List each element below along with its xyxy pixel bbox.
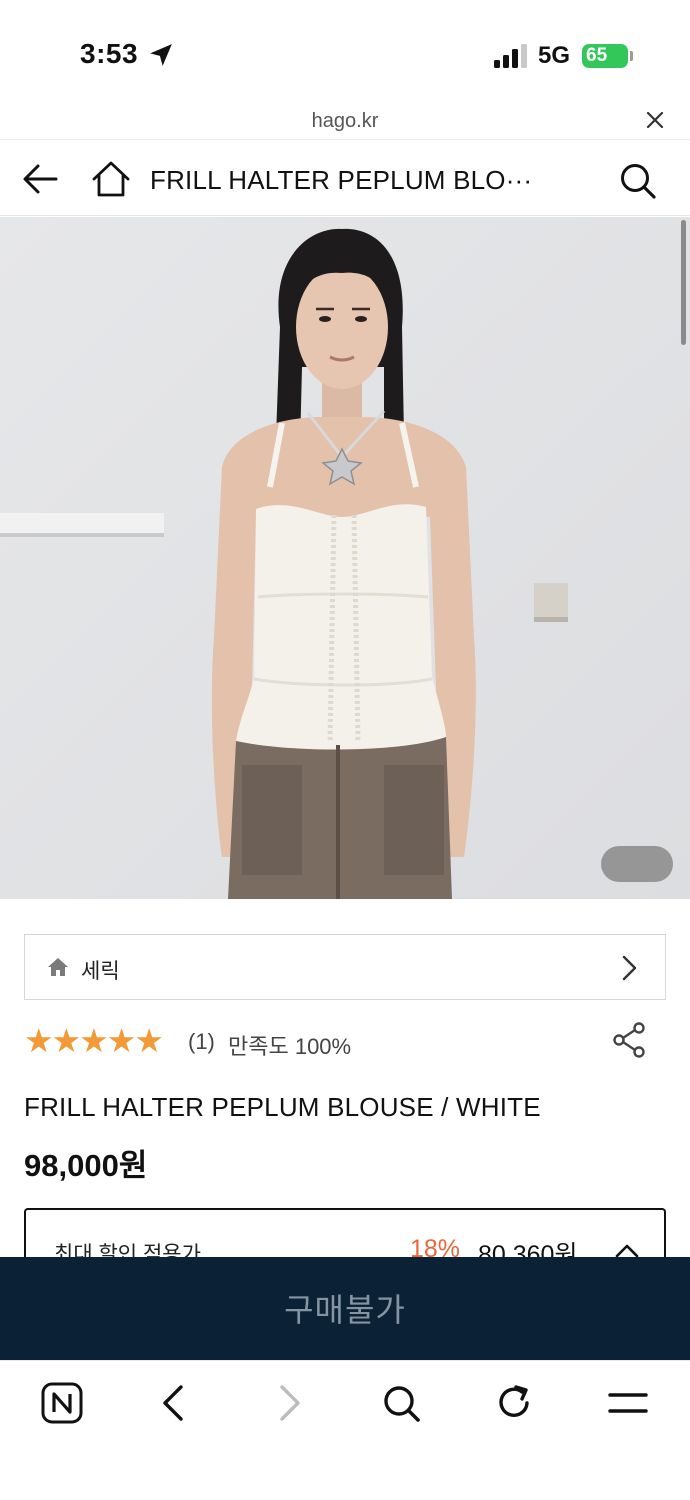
review-count[interactable]: (1) xyxy=(188,1029,215,1055)
satisfaction-rate: 만족도 100% xyxy=(228,1034,352,1059)
page-title: FRILL HALTER PEPLUM BLO··· xyxy=(150,165,533,195)
purchase-label: 구매불가 xyxy=(284,1292,406,1328)
url-bar[interactable]: hago.kr xyxy=(0,100,690,140)
rating-stars[interactable]: ★★★★★ xyxy=(24,1022,164,1060)
network-label: 5G xyxy=(538,42,571,69)
page-scroll-indicator[interactable] xyxy=(681,220,686,345)
close-icon[interactable] xyxy=(644,109,666,131)
chevron-right-icon xyxy=(622,955,637,981)
status-time: 3:53 xyxy=(80,38,139,69)
product-photo-illustration xyxy=(0,217,690,899)
battery-cap xyxy=(630,51,633,61)
brand-name: 세릭 xyxy=(81,960,120,983)
purchase-button[interactable]: 구매불가 xyxy=(0,1257,690,1360)
app-header: FRILL HALTER PEPLUM BLO··· xyxy=(0,141,690,216)
browser-back-icon[interactable] xyxy=(153,1381,197,1425)
product-price: 98,000원 xyxy=(24,1148,148,1183)
battery-indicator: 65 xyxy=(582,44,628,68)
browser-forward-icon[interactable] xyxy=(266,1381,310,1425)
share-icon[interactable] xyxy=(612,1022,646,1058)
signal-bars-icon xyxy=(494,44,527,68)
status-bar: 3:53 5G 65 xyxy=(0,0,690,100)
location-arrow-icon xyxy=(150,44,172,66)
refresh-icon[interactable] xyxy=(492,1381,536,1425)
image-pager[interactable] xyxy=(601,846,673,882)
rating-row: ★★★★★ (1) 만족도 100% xyxy=(24,1022,666,1062)
brand-link[interactable]: 세릭 xyxy=(24,934,666,1000)
home-icon xyxy=(48,958,68,976)
home-icon[interactable] xyxy=(90,159,132,199)
naver-home-icon[interactable] xyxy=(40,1381,84,1425)
search-icon[interactable] xyxy=(618,161,658,201)
back-arrow-icon[interactable] xyxy=(20,161,60,197)
browser-search-icon[interactable] xyxy=(379,1381,423,1425)
url-domain[interactable]: hago.kr xyxy=(0,110,690,133)
battery-level: 65 xyxy=(586,45,608,66)
product-image[interactable] xyxy=(0,217,690,899)
product-name: FRILL HALTER PEPLUM BLOUSE / WHITE xyxy=(24,1092,541,1122)
menu-icon[interactable] xyxy=(606,1381,650,1425)
browser-toolbar xyxy=(0,1360,690,1500)
